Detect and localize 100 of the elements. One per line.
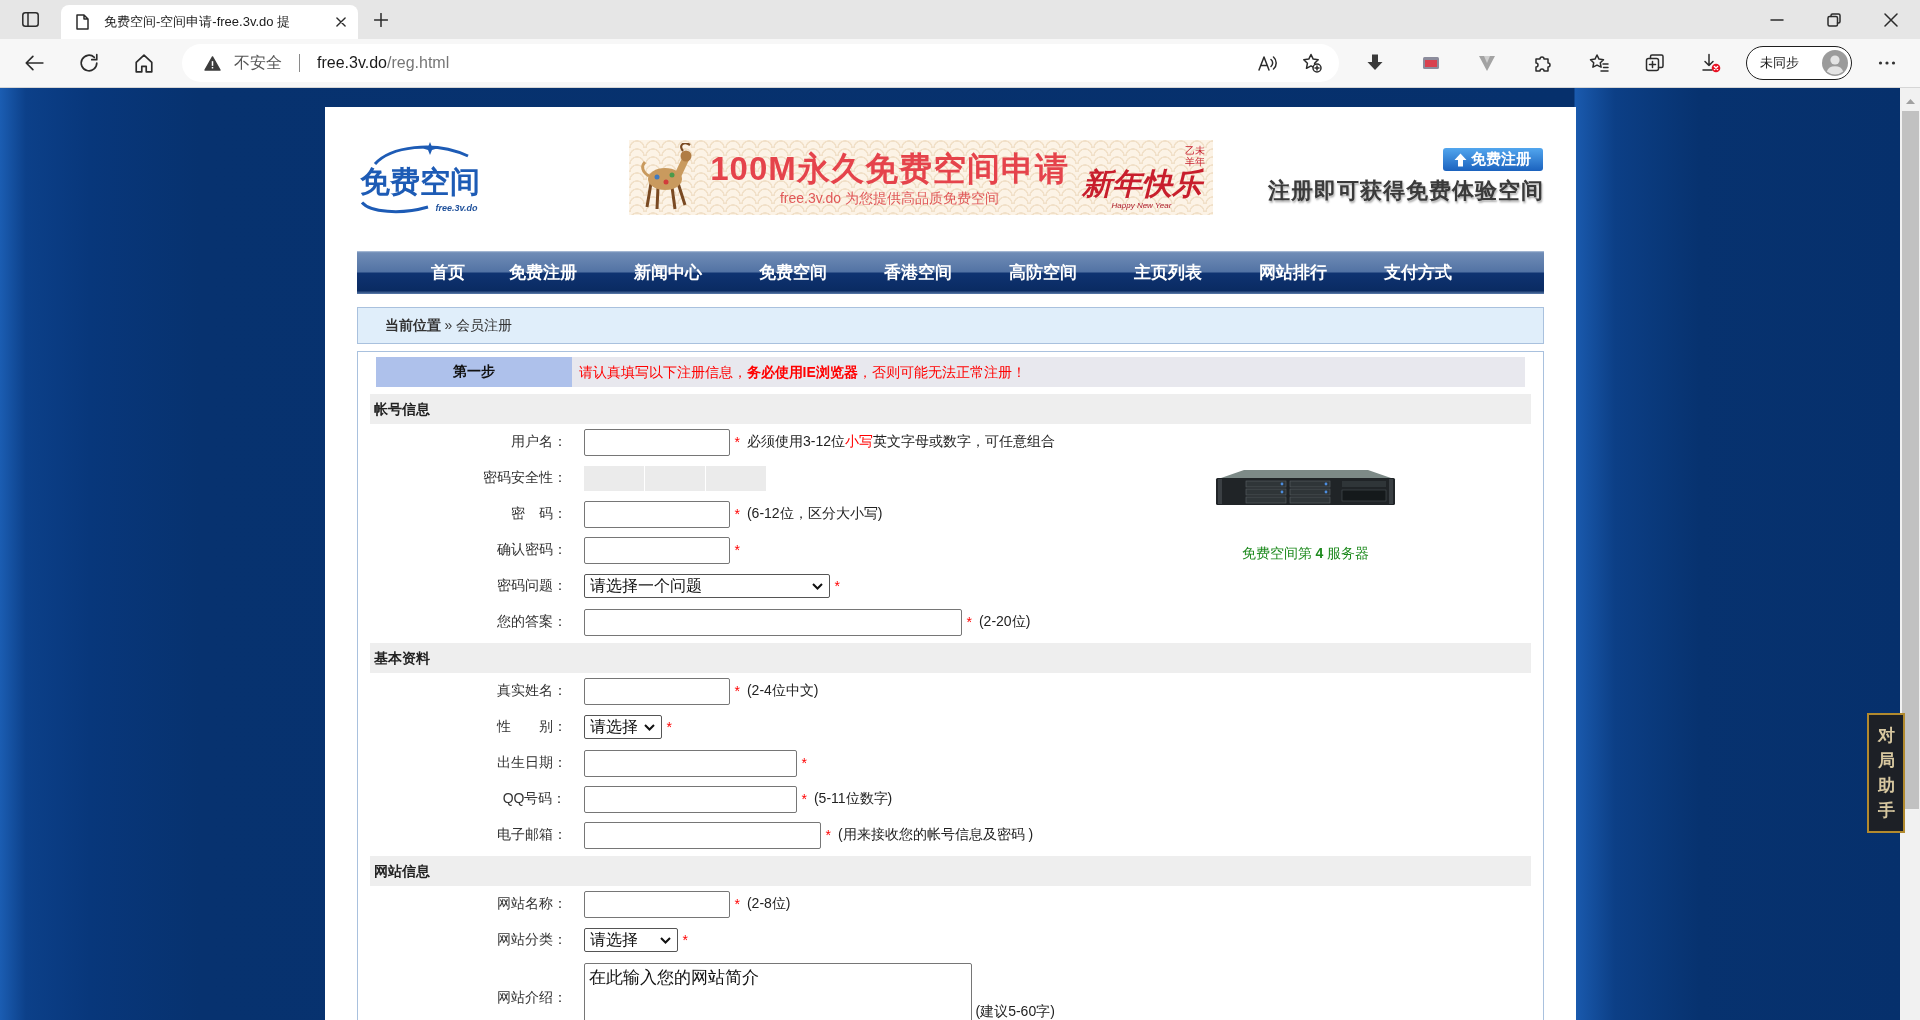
- field-hint: (建议5-60字): [975, 1003, 1055, 1020]
- field-label: 密码安全性：: [482, 469, 567, 487]
- add-favorite-icon[interactable]: [1302, 53, 1322, 73]
- page-icon: [76, 14, 89, 30]
- input-field[interactable]: [583, 785, 797, 813]
- restore-icon[interactable]: [1827, 13, 1841, 27]
- logo-swoosh-icon: [359, 200, 430, 215]
- nav-link[interactable]: 新闻中心: [627, 251, 708, 294]
- required-mark: *: [801, 791, 807, 807]
- field-hint: (2-8位): [746, 895, 791, 913]
- input-field[interactable]: [583, 890, 730, 918]
- input-field[interactable]: [583, 677, 730, 705]
- input-field[interactable]: [583, 536, 730, 564]
- step-label: 第一步: [375, 357, 572, 387]
- nav-link[interactable]: 首页: [424, 251, 471, 294]
- close-icon[interactable]: [1884, 13, 1898, 27]
- field-label: 电子邮箱：: [496, 826, 567, 844]
- field-hint: (5-11位数字): [813, 790, 893, 808]
- read-aloud-icon[interactable]: [1257, 53, 1277, 73]
- security-label: 不安全: [234, 52, 282, 73]
- input-field[interactable]: [583, 500, 730, 528]
- chevron-down-icon: [643, 723, 655, 731]
- required-mark: *: [734, 434, 740, 450]
- favorites-icon[interactable]: [1589, 53, 1609, 73]
- promo-text: 注册即可获得免费体验空间: [1267, 177, 1544, 205]
- required-mark: *: [734, 683, 740, 699]
- field-hint: (2-20位): [978, 613, 1031, 631]
- year-label: 乙未羊年: [1184, 144, 1205, 167]
- collections-icon[interactable]: [1645, 53, 1665, 73]
- banner-tagline: free.3v.do 为您提供高品质免费空间: [779, 188, 1000, 207]
- nav-link[interactable]: 主页列表: [1127, 251, 1208, 294]
- input-field[interactable]: [583, 608, 962, 636]
- dropdown[interactable]: 请选择: [583, 928, 678, 952]
- field-label: 网站名称：: [496, 895, 567, 913]
- input-field[interactable]: [583, 749, 797, 777]
- url-text: free.3v.do/reg.html: [317, 54, 450, 72]
- new-tab-icon[interactable]: [374, 13, 388, 27]
- refresh-icon[interactable]: [79, 53, 99, 73]
- required-mark: *: [734, 896, 740, 912]
- required-mark: *: [734, 506, 740, 522]
- nav-link[interactable]: 香港空间: [877, 251, 958, 294]
- field-hint: (2-4位中文): [746, 682, 819, 700]
- text-area[interactable]: 在此输入您的网站简介: [583, 963, 972, 1020]
- chevron-down-icon: [811, 582, 823, 590]
- field-label: 您的答案：: [496, 613, 567, 631]
- greeting-calligraphy: 新年快乐: [1081, 166, 1202, 201]
- server-caption: 免费空间第 4 服务器: [1241, 544, 1370, 563]
- section-header: 网站信息: [369, 856, 1531, 886]
- english-greeting: Happy New Year: [1111, 200, 1172, 211]
- tab-title: 免费空间-空间申请-free.3v.do 提: [104, 13, 291, 31]
- home-icon[interactable]: [134, 53, 154, 73]
- section-header: 基本资料: [369, 643, 1531, 673]
- close-tab-icon[interactable]: [336, 17, 346, 27]
- field-label: 网站介绍：: [496, 989, 567, 1007]
- warning-icon: [204, 55, 221, 71]
- field-label: 密码问题：: [496, 577, 567, 595]
- step-notice: 请认真填写以下注册信息，务必使用IE浏览器，否则可能无法正常注册！: [571, 357, 1525, 387]
- required-mark: *: [666, 719, 672, 735]
- dropdown[interactable]: 请选择一个问题: [583, 574, 830, 598]
- profile-button[interactable]: 未同步: [1746, 46, 1852, 80]
- logo-subtitle: free.3v.do: [435, 202, 478, 213]
- side-widget[interactable]: 对局助手: [1867, 713, 1905, 833]
- nav-link[interactable]: 高防空间: [1002, 251, 1083, 294]
- dropdown[interactable]: 请选择: [583, 715, 662, 739]
- chevron-down-icon: [659, 936, 671, 944]
- required-mark: *: [801, 755, 807, 771]
- nav-link[interactable]: 免费空间: [752, 251, 833, 294]
- field-label: 性 别：: [496, 718, 567, 736]
- required-mark: *: [682, 932, 688, 948]
- section-header: 帐号信息: [369, 394, 1531, 424]
- nav-link[interactable]: 支付方式: [1377, 251, 1458, 294]
- field-label: 确认密码：: [496, 541, 567, 559]
- field-label: 用户名：: [510, 433, 567, 451]
- required-mark: *: [734, 542, 740, 558]
- field-label: 真实姓名：: [496, 682, 567, 700]
- input-field[interactable]: [583, 428, 730, 456]
- field-hint: 必须使用3-12位小写英文字母或数字，可任意组合: [746, 433, 1055, 451]
- input-field[interactable]: [583, 821, 821, 849]
- banner-headline: 100M永久免费空间申请: [710, 148, 1069, 189]
- nav-link[interactable]: 免费注册: [502, 251, 583, 294]
- field-hint: (6-12位，区分大小写): [746, 505, 883, 523]
- up-arrow-icon: [1454, 152, 1467, 167]
- required-mark: *: [966, 614, 972, 630]
- avatar-icon: [1822, 50, 1848, 76]
- field-label: QQ号码：: [502, 790, 567, 808]
- field-label: 密 码：: [510, 505, 567, 523]
- nav-link[interactable]: 网站排行: [1252, 251, 1333, 294]
- download-icon[interactable]: [1701, 53, 1721, 73]
- address-field[interactable]: 不安全 free.3v.do/reg.html: [182, 44, 1339, 82]
- register-button[interactable]: 免费注册: [1442, 148, 1543, 171]
- browser-tab[interactable]: 免费空间-空间申请-free.3v.do 提: [61, 5, 358, 39]
- logo-title: 免费空间: [359, 165, 481, 199]
- required-mark: *: [834, 578, 840, 594]
- required-mark: *: [825, 827, 831, 843]
- field-label: 出生日期：: [496, 754, 567, 772]
- puzzle-icon[interactable]: [1533, 53, 1553, 73]
- sidebar-toggle-icon[interactable]: [22, 12, 39, 27]
- field-label: 网站分类：: [496, 931, 567, 949]
- back-icon[interactable]: [24, 53, 44, 73]
- scrollbar-thumb[interactable]: [1901, 111, 1919, 809]
